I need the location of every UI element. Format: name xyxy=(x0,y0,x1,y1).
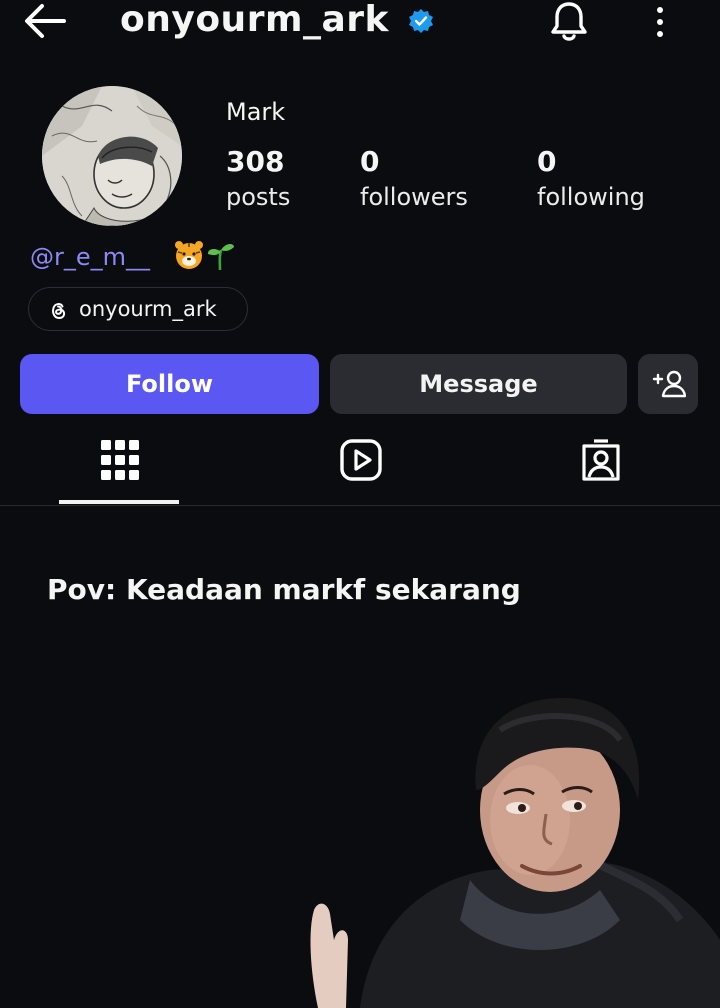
avatar[interactable] xyxy=(42,86,182,226)
verified-badge-icon xyxy=(409,9,433,33)
posts-label: posts xyxy=(226,183,291,211)
message-button[interactable]: Message xyxy=(330,354,627,414)
tab-reels[interactable] xyxy=(300,430,420,506)
stat-followers[interactable]: 0 followers xyxy=(360,144,468,214)
person-video-overlay xyxy=(310,698,720,1008)
followers-count: 0 xyxy=(360,145,380,178)
stat-posts[interactable]: 308 posts xyxy=(226,144,290,214)
back-arrow-icon[interactable] xyxy=(22,2,68,40)
follow-button[interactable]: Follow xyxy=(20,354,319,414)
tiger-seedling-emoji-icon xyxy=(175,241,234,271)
following-label: following xyxy=(537,183,645,211)
tabs-divider xyxy=(0,505,720,506)
tab-tagged[interactable] xyxy=(540,430,660,506)
profile-username: onyourm_ark xyxy=(120,0,389,40)
reels-icon xyxy=(340,439,382,481)
following-count: 0 xyxy=(537,145,557,178)
more-options-icon[interactable] xyxy=(650,4,670,40)
threads-icon xyxy=(52,303,66,320)
grid-icon xyxy=(101,440,139,480)
tab-posts-grid[interactable] xyxy=(59,430,179,506)
followers-label: followers xyxy=(360,183,468,211)
suggest-users-button[interactable] xyxy=(638,354,698,414)
avatar-sketch-illustration xyxy=(42,86,182,226)
video-caption: Pov: Keadaan markf sekarang xyxy=(47,573,521,606)
notification-bell-icon[interactable] xyxy=(548,0,590,44)
bio-mention-link[interactable]: @r_e_m__ xyxy=(30,240,150,274)
threads-profile-link[interactable]: onyourm_ark xyxy=(28,287,248,331)
stat-following[interactable]: 0 following xyxy=(537,144,645,214)
top-bar: onyourm_ark xyxy=(0,0,720,48)
active-tab-indicator xyxy=(59,500,179,504)
threads-handle: onyourm_ark xyxy=(79,297,217,321)
display-name: Mark xyxy=(226,98,286,126)
add-user-icon xyxy=(652,370,686,398)
profile-screen: onyourm_ark Mark 308 posts 0 followers 0… xyxy=(0,0,720,1008)
posts-count: 308 xyxy=(226,145,285,178)
tagged-icon xyxy=(582,439,620,481)
